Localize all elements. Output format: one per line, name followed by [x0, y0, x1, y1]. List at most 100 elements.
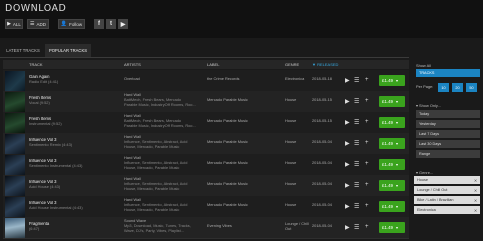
add-to-playlist-icon[interactable]: ☰	[354, 119, 359, 126]
buy-button[interactable]: £1.49 ▾	[379, 117, 405, 128]
table-row[interactable]: Fragmenta (6:47) Sound Wave Mp3, Download, …	[3, 217, 409, 239]
track-label[interactable]: Mercado Parable Music	[207, 98, 283, 103]
genre-item[interactable]: House ✕	[414, 176, 480, 184]
track-artwork[interactable]	[5, 155, 25, 175]
user-plus-icon[interactable]: +	[365, 98, 369, 104]
track-genre[interactable]: House	[285, 161, 311, 166]
user-plus-icon[interactable]: +	[365, 119, 369, 125]
play-icon[interactable]: ▶	[345, 77, 350, 84]
track-label[interactable]: the Crime Records	[207, 77, 283, 82]
column-released[interactable]: ▼ RELEASED	[312, 62, 338, 67]
track-artwork[interactable]	[5, 92, 25, 112]
per-page-20[interactable]: 20	[452, 83, 463, 92]
filter-last-30-days[interactable]: Last 30 Days	[416, 140, 480, 148]
artist-line: House, Mercado, Parable Music	[124, 165, 180, 170]
show-all-select[interactable]: TRACKS	[416, 69, 480, 77]
add-to-playlist-icon[interactable]: ☰	[354, 140, 359, 147]
twitter-icon[interactable]: t	[106, 19, 116, 29]
track-version: Sentimento Remix (4:43)	[29, 143, 73, 147]
tab-latest-tracks[interactable]: LATEST TRACKS	[3, 44, 43, 57]
track-artwork[interactable]	[5, 176, 25, 196]
track-artwork[interactable]	[5, 113, 25, 133]
buy-button[interactable]: £1.49 ▾	[379, 96, 405, 107]
table-row[interactable]: Fresh Items Vocal (9:52) Hard Wall BattMech…	[3, 91, 409, 113]
column-artists[interactable]: ARTISTS	[124, 62, 141, 67]
track-genre[interactable]: House	[285, 119, 311, 124]
track-artwork[interactable]	[5, 71, 25, 91]
youtube-icon[interactable]: ▶	[118, 19, 128, 29]
track-label[interactable]: Mercado Parable Music	[207, 161, 283, 166]
add-all-button[interactable]: ☰ ADD	[27, 19, 49, 29]
tab-popular-tracks[interactable]: POPULAR TRACKS	[45, 44, 91, 57]
table-row[interactable]: Gain Again Radio Edit (4:41) Overload the C…	[3, 70, 409, 92]
add-to-playlist-icon[interactable]: ☰	[354, 98, 359, 105]
play-icon[interactable]: ▶	[345, 98, 350, 105]
follow-button[interactable]: 👤 Follow	[58, 19, 85, 29]
table-row[interactable]: Influence Vol 3 Acid House Instrumental (…	[3, 196, 409, 218]
play-icon[interactable]: ▶	[345, 119, 350, 126]
filter-last-7-days[interactable]: Last 7 Days	[416, 130, 480, 138]
artist-line: Overload	[124, 77, 140, 81]
buy-button[interactable]: £1.49 ▾	[379, 222, 405, 233]
play-icon[interactable]: ▶	[345, 161, 350, 168]
per-page-50[interactable]: 50	[466, 83, 477, 92]
user-plus-icon[interactable]: +	[365, 140, 369, 146]
user-plus-icon[interactable]: +	[365, 161, 369, 167]
column-track[interactable]: TRACK	[29, 62, 43, 67]
filter-today[interactable]: Today	[416, 110, 480, 118]
track-genre[interactable]: House	[285, 182, 311, 187]
add-to-playlist-icon[interactable]: ☰	[354, 203, 359, 210]
price-label: £1.49	[382, 183, 393, 188]
buy-button[interactable]: £1.49 ▾	[379, 138, 405, 149]
genre-item[interactable]: Electronica ✕	[414, 206, 480, 214]
play-icon[interactable]: ▶	[345, 203, 350, 210]
buy-button[interactable]: £1.49 ▾	[379, 75, 405, 86]
add-to-playlist-icon[interactable]: ☰	[354, 77, 359, 84]
play-icon[interactable]: ▶	[345, 140, 350, 147]
add-to-playlist-icon[interactable]: ☰	[354, 161, 359, 168]
play-icon[interactable]: ▶	[345, 182, 350, 189]
track-label[interactable]: Mercado Parable Music	[207, 182, 283, 187]
user-plus-icon[interactable]: +	[365, 77, 369, 83]
add-to-playlist-icon[interactable]: ☰	[354, 224, 359, 231]
track-label[interactable]: Evening Vibes	[207, 224, 283, 229]
genre-item[interactable]: Lounge / Chill Out ✕	[414, 186, 480, 194]
buy-button[interactable]: £1.49 ▾	[379, 180, 405, 191]
genre-item[interactable]: Bike / Latin / Brazilian ✕	[414, 196, 480, 204]
facebook-icon[interactable]: f	[94, 19, 104, 29]
filter-range[interactable]: Range	[416, 150, 480, 158]
remove-icon[interactable]: ✕	[474, 208, 477, 213]
buy-button[interactable]: £1.49 ▾	[379, 159, 405, 170]
table-row[interactable]: Influence Vol 3 Acid House (4:43) Hard Wal…	[3, 175, 409, 197]
per-page-10[interactable]: 10	[438, 83, 449, 92]
table-row[interactable]: Fresh Items Instrumental (9:52) Hard Wall B…	[3, 112, 409, 134]
play-icon[interactable]: ▶	[345, 224, 350, 231]
track-artwork[interactable]	[5, 197, 25, 217]
filter-yesterday[interactable]: Yesterday	[416, 120, 480, 128]
remove-icon[interactable]: ✕	[474, 198, 477, 203]
track-genre[interactable]: Lounge / Chill Out	[285, 222, 311, 232]
column-genre[interactable]: GENRE	[285, 62, 299, 67]
track-genre[interactable]: House	[285, 140, 311, 145]
play-all-button[interactable]: ▶ ALL	[5, 19, 23, 29]
user-plus-icon[interactable]: +	[365, 203, 369, 209]
remove-icon[interactable]: ✕	[474, 178, 477, 183]
track-label[interactable]: Mercado Parable Music	[207, 203, 283, 208]
user-plus-icon[interactable]: +	[365, 182, 369, 188]
user-plus-icon[interactable]: +	[365, 224, 369, 230]
add-to-playlist-icon[interactable]: ☰	[354, 182, 359, 189]
remove-icon[interactable]: ✕	[474, 188, 477, 193]
track-artwork[interactable]	[5, 134, 25, 154]
table-row[interactable]: Influence Vol 3 Sentimento Instrumental (…	[3, 154, 409, 176]
show-only-label: ▾ Show Only...	[416, 103, 441, 108]
track-label[interactable]: Mercado Parable Music	[207, 140, 283, 145]
track-genre[interactable]: House	[285, 98, 311, 103]
buy-button[interactable]: £1.49 ▾	[379, 201, 405, 212]
track-label[interactable]: Mercado Parable Music	[207, 119, 283, 124]
track-genre[interactable]: House	[285, 203, 311, 208]
track-artwork[interactable]	[5, 218, 25, 238]
column-label[interactable]: LABEL	[207, 62, 219, 67]
track-genre[interactable]: Electronica	[285, 77, 311, 82]
table-row[interactable]: Influence Vol 3 Sentimento Remix (4:43) Ha…	[3, 133, 409, 155]
chevron-down-icon: ▾	[396, 78, 399, 83]
